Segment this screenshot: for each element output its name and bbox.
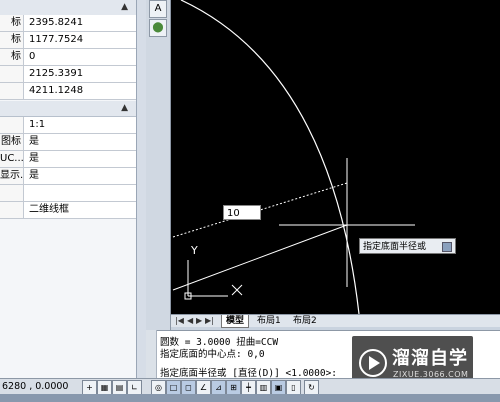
- collapse-chevron-icon[interactable]: ▲: [121, 103, 128, 113]
- annotation-monitor-toggle[interactable]: ↻: [304, 380, 319, 395]
- quick-select-icon: ⬤: [152, 22, 164, 33]
- property-key: 标: [0, 32, 24, 48]
- object-snap-tracking-toggle[interactable]: ∠: [196, 380, 211, 395]
- property-key: [0, 202, 24, 218]
- property-key: [0, 83, 24, 99]
- coordinate-readout[interactable]: 6280 , 0.0000: [2, 381, 68, 392]
- play-logo-icon: [359, 349, 387, 377]
- property-value: 是: [29, 170, 39, 181]
- property-row[interactable]: 显示... 是: [0, 168, 136, 185]
- quick-select-button[interactable]: ⬤: [149, 19, 167, 37]
- property-key: [0, 117, 24, 133]
- next-tab-button[interactable]: ▶: [196, 316, 202, 325]
- property-row[interactable]: 标 1177.7524: [0, 32, 136, 49]
- layout-tab-bar: |◀ ◀ ▶ ▶| 模型 布局1 布局2: [171, 314, 500, 328]
- property-row[interactable]: 二维线框: [0, 202, 136, 219]
- transparency-toggle[interactable]: ▥: [256, 380, 271, 395]
- tab-layout2[interactable]: 布局2: [289, 315, 321, 327]
- property-value: 2395.8241: [29, 17, 84, 28]
- last-tab-button[interactable]: ▶|: [205, 316, 214, 325]
- palette-toolbar: A ⬤: [146, 0, 171, 330]
- properties-palette: ▲ 标 2395.8241 标 1177.7524 标 0 2125.3391 …: [0, 0, 136, 378]
- tab-layout1[interactable]: 布局1: [253, 315, 285, 327]
- property-value: 4211.1248: [29, 85, 84, 96]
- command-window-grip[interactable]: [146, 330, 157, 378]
- geometry-section-header[interactable]: ▲: [0, 0, 136, 16]
- tab-model[interactable]: 模型: [221, 315, 250, 328]
- object-snap-toggle[interactable]: □: [166, 380, 181, 395]
- ucs-x-label: [231, 284, 243, 296]
- property-row[interactable]: UC... 是: [0, 151, 136, 168]
- tooltip-text: 指定底面半径或: [363, 242, 427, 252]
- quick-properties-toggle[interactable]: ▣: [271, 380, 286, 395]
- command-prompt-line[interactable]: 指定底面半径或 [直径(D)] <1.0000>:: [160, 365, 337, 379]
- selection-cycling-toggle[interactable]: ▯: [286, 380, 301, 395]
- property-row[interactable]: 标 2395.8241: [0, 15, 136, 32]
- property-row[interactable]: 4211.1248: [0, 83, 136, 100]
- property-key: 标: [0, 49, 24, 65]
- collapse-chevron-icon[interactable]: ▲: [121, 2, 128, 12]
- 3d-object-snap-toggle[interactable]: ◻: [181, 380, 196, 395]
- ortho-mode-toggle[interactable]: ∟: [127, 380, 142, 395]
- command-history-line: 指定底面的中心点: 0,0: [160, 349, 265, 360]
- property-row[interactable]: 2125.3391: [0, 66, 136, 83]
- property-row[interactable]: 标 0: [0, 49, 136, 66]
- drawing-canvas[interactable]: Y: [171, 0, 500, 314]
- property-value: 1:1: [29, 119, 46, 130]
- misc-section-header[interactable]: ▲: [0, 101, 136, 117]
- canvas-graphics: Y: [172, 0, 415, 314]
- property-key: 图标: [0, 134, 24, 150]
- dynamic-ucs-toggle[interactable]: ⊿: [211, 380, 226, 395]
- property-row[interactable]: [0, 185, 136, 202]
- radius-line: [172, 224, 348, 291]
- dynamic-input-field[interactable]: 10: [223, 205, 261, 220]
- tooltip-options-icon[interactable]: [442, 242, 452, 252]
- property-key: [0, 66, 24, 82]
- prev-tab-button[interactable]: ◀: [187, 316, 193, 325]
- base-circle-arc: [180, 0, 360, 314]
- status-bar: 6280 , 0.0000 + ▦ ▤ ∟ ◎ □ ◻ ∠ ⊿ ⊞ ┿ ▥ ▣ …: [0, 378, 500, 395]
- property-key: UC...: [0, 151, 24, 167]
- grid-display-toggle[interactable]: ▤: [112, 380, 127, 395]
- property-value: 0: [29, 51, 36, 62]
- property-value: 是: [29, 136, 39, 147]
- polar-tracking-toggle[interactable]: ◎: [151, 380, 166, 395]
- property-value: 是: [29, 153, 39, 164]
- dynamic-prompt-tooltip: 指定底面半径或: [359, 238, 456, 254]
- snap-mode-toggle[interactable]: ▦: [97, 380, 112, 395]
- windows-taskbar: [0, 394, 500, 402]
- ucs-y-label: Y: [190, 244, 198, 257]
- infer-constraints-toggle[interactable]: +: [82, 380, 97, 395]
- property-row[interactable]: 图标 是: [0, 134, 136, 151]
- property-value: 1177.7524: [29, 34, 84, 45]
- property-value: 二维线框: [29, 204, 69, 215]
- property-key: 标: [0, 15, 24, 31]
- property-key: 显示...: [0, 168, 24, 184]
- text-tool-icon: A: [154, 3, 162, 14]
- text-tool-button[interactable]: A: [149, 0, 167, 18]
- first-tab-button[interactable]: |◀: [175, 316, 184, 325]
- dynamic-input-toggle[interactable]: ⊞: [226, 380, 241, 395]
- property-value: 2125.3391: [29, 68, 84, 79]
- property-row[interactable]: 1:1: [0, 117, 136, 134]
- lineweight-toggle[interactable]: ┿: [241, 380, 256, 395]
- property-key: [0, 185, 24, 201]
